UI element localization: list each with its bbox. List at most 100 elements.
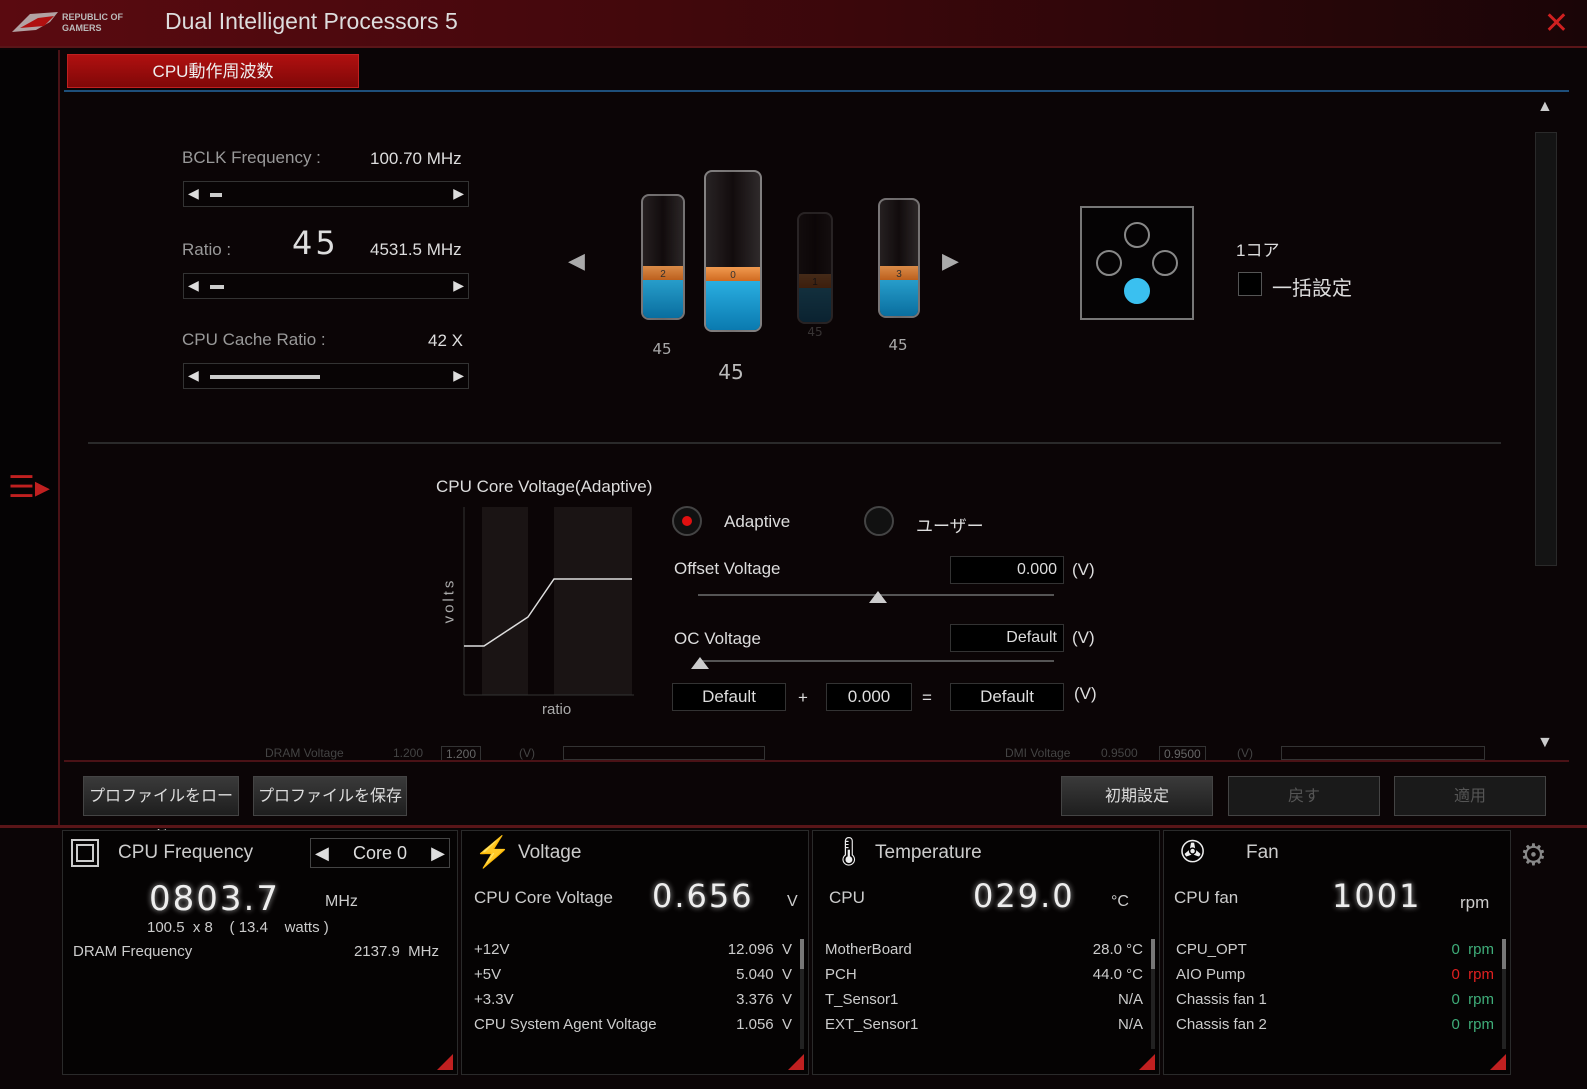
oc-voltage-input[interactable]: Default [950,624,1064,652]
save-profile-button[interactable]: プロファイルを保存 [253,776,407,816]
oc-voltage-label: OC Voltage [674,629,761,648]
close-icon[interactable]: ✕ [1544,6,1569,41]
scrollbar[interactable] [1502,939,1506,1049]
cpu-frequency-detail: 100.5 x 8 ( 13.4 watts ) [147,919,329,936]
unit-v: (V) [1072,628,1095,647]
unit-v: (V) [1237,746,1253,760]
core-cylinder[interactable]: 1 [797,212,833,324]
right-arrow-icon[interactable]: ▶ [431,839,445,867]
right-arrow-icon[interactable]: ▶ [453,367,464,384]
expand-corner-icon[interactable] [788,1054,804,1070]
main-unit: V [787,893,798,910]
sensor-row: +3.3V 3.376 V [474,991,792,1008]
core-index: 1 [812,277,818,288]
apply-all-checkbox[interactable] [1238,272,1262,296]
core-dot[interactable] [1096,250,1122,276]
sensor-value: 3.376 V [736,991,792,1008]
core-selector[interactable] [1080,206,1194,320]
plus-sign: + [798,688,808,707]
oc-voltage-slider[interactable] [698,660,1054,662]
dram-voltage-input[interactable]: 1.200 [441,746,482,760]
panel-title: CPU Frequency [118,842,254,863]
dram-voltage-slider[interactable] [563,746,765,760]
right-arrow-icon[interactable]: ▶ [453,185,464,202]
sensor-row: +12V 12.096 V [474,941,792,958]
unit-v: (V) [1074,684,1097,703]
ratio-mhz: 4531.5 MHz [370,240,462,259]
tab-cpu-frequency[interactable]: CPU動作周波数 [67,54,359,88]
undo-button[interactable]: 戻す [1228,776,1380,816]
scrollbar[interactable] [1151,939,1155,1049]
core-dot[interactable] [1152,250,1178,276]
sensor-row: MotherBoard 28.0 °C [825,941,1143,958]
left-arrow-icon[interactable]: ◀ [188,277,199,294]
ratio-slider[interactable]: ◀ ▶ [183,273,469,299]
core-cylinder[interactable]: 3 [878,198,920,318]
voltage-panel: ⚡ Voltage CPU Core Voltage 0.656 V +12V 1… [461,830,809,1075]
sensor-value: 5.040 V [736,966,792,983]
apply-button[interactable]: 適用 [1394,776,1546,816]
sensor-value: 1.056 V [736,1016,792,1033]
cpu-frequency-unit: MHz [325,893,358,910]
core-cylinder[interactable]: 0 [704,170,762,332]
main-unit: °C [1111,893,1129,910]
cache-ratio-slider[interactable]: ◀ ▶ [183,363,469,389]
dmi-voltage-slider[interactable] [1281,746,1485,760]
dmi-voltage-label: DMI Voltage [1005,746,1071,760]
dmi-voltage-input[interactable]: 0.9500 [1159,746,1206,760]
offset-voltage-input[interactable]: 0.000 [950,556,1064,584]
scrollbar[interactable]: ▲ ▼ [1535,98,1557,753]
left-arrow-icon[interactable]: ◀ [188,185,199,202]
scroll-up-icon[interactable]: ▲ [1537,98,1553,116]
oc-slider-handle[interactable] [691,657,709,669]
sensor-label: +5V [474,966,502,983]
dmi-voltage-value: 0.9500 [1101,746,1138,760]
offset-slider-handle[interactable] [869,591,887,603]
sum-base-field: Default [672,683,786,711]
expand-corner-icon[interactable] [1139,1054,1155,1070]
scroll-down-icon[interactable]: ▼ [1537,734,1553,752]
sensor-row: T_Sensor1 N/A [825,991,1143,1008]
scrollbar[interactable] [800,939,804,1049]
left-arrow-icon[interactable]: ◀ [188,367,199,384]
prev-core-icon[interactable]: ◀ [568,248,585,274]
sensor-label: PCH [825,966,857,983]
settings-gear-icon[interactable]: ⚙ [1520,838,1547,873]
sensor-row: +5V 5.040 V [474,966,792,983]
bclk-label: BCLK Frequency : [182,148,321,167]
sensor-value: 0 rpm [1451,1016,1494,1033]
scroll-thumb[interactable] [1535,132,1557,566]
core-ratio: 45 [718,360,744,384]
panel-title: Temperature [875,842,982,863]
expand-corner-icon[interactable] [1490,1054,1506,1070]
next-core-icon[interactable]: ▶ [942,248,959,274]
adaptive-radio[interactable] [672,506,702,536]
main-value: 1001 [1332,877,1422,915]
sensor-row: PCH 44.0 °C [825,966,1143,983]
default-button[interactable]: 初期設定 [1061,776,1213,816]
core-index: 0 [730,270,736,281]
menu-expand-icon[interactable]: ☰▸ [8,470,50,505]
sensor-value: N/A [1117,991,1143,1008]
right-arrow-icon[interactable]: ▶ [453,277,464,294]
core-dot-selected[interactable] [1124,278,1150,304]
dram-frequency-label: DRAM Frequency [73,943,193,960]
expand-corner-icon[interactable] [437,1054,453,1070]
main-label: CPU Core Voltage [474,888,613,907]
app-title: Dual Intelligent Processors 5 [165,8,458,34]
lightning-icon: ⚡ [474,836,512,869]
load-profile-button[interactable]: プロファイルをロード [83,776,239,845]
core-cylinder[interactable]: 2 [641,194,685,320]
fan-icon: ✇ [1180,836,1206,869]
core-selector-dropdown[interactable]: ◀ Core 0 ▶ [310,838,450,868]
cpu-chip-icon [71,839,99,867]
panel-title: Fan [1246,842,1279,863]
sensor-row: Chassis fan 2 0 rpm [1176,1016,1494,1033]
bclk-value: 100.70 MHz [370,149,462,168]
left-arrow-icon[interactable]: ◀ [315,839,329,867]
title-bar: REPUBLIC OF GAMERS Dual Intelligent Proce… [0,0,1587,48]
sensor-label: AIO Pump [1176,966,1246,983]
core-dot[interactable] [1124,222,1150,248]
bclk-slider[interactable]: ◀ ▶ [183,181,469,207]
user-radio[interactable] [864,506,894,536]
